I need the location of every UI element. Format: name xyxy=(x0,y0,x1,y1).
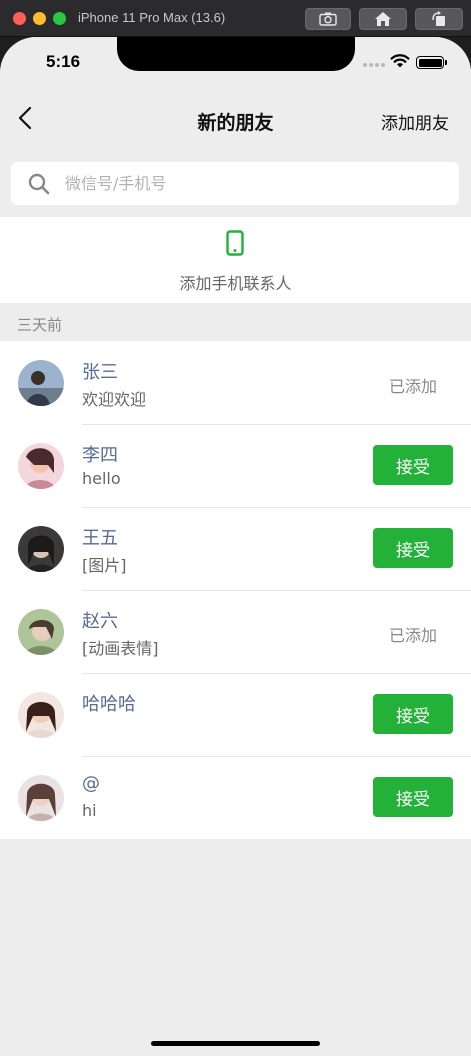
friend-message: [图片] xyxy=(82,556,127,575)
battery-icon xyxy=(416,56,444,69)
rotate-icon xyxy=(432,11,445,26)
notch xyxy=(117,37,355,71)
screenshot-icon xyxy=(319,12,337,26)
avatar[interactable] xyxy=(18,443,64,489)
status-bar: 5:16 xyxy=(0,37,471,89)
zoom-window-button[interactable] xyxy=(53,12,66,25)
status-time: 5:16 xyxy=(46,52,81,71)
added-status: 已添加 xyxy=(388,377,437,396)
home-button[interactable] xyxy=(359,8,407,30)
friend-name: @ xyxy=(82,773,100,794)
simulator-title-bar: iPhone 11 Pro Max (13.6) xyxy=(0,0,471,37)
close-window-button[interactable] xyxy=(13,12,26,25)
home-indicator[interactable] xyxy=(151,1041,320,1046)
friend-message: [动画表情] xyxy=(82,639,159,658)
add-phone-contacts-label: 添加手机联系人 xyxy=(179,274,292,293)
rotate-button[interactable] xyxy=(415,8,463,30)
friend-request-list: 张三 欢迎欢迎 已添加 李四 hello 接受 王五 [图片] 接受 赵六 [动… xyxy=(0,341,471,839)
friend-request-row[interactable]: 王五 [图片] 接受 xyxy=(0,507,471,590)
phone-screen: 5:16 新的朋友 添加朋友 添加手机联系人 三天前 张三 欢迎欢 xyxy=(0,37,471,1056)
simulator-title: iPhone 11 Pro Max (13.6) xyxy=(78,10,226,25)
search-input[interactable] xyxy=(65,162,445,205)
friend-request-row[interactable]: @ hi 接受 xyxy=(0,756,471,839)
avatar[interactable] xyxy=(18,360,64,406)
friend-request-row[interactable]: 哈哈哈 接受 xyxy=(0,673,471,756)
avatar[interactable] xyxy=(18,609,64,655)
screenshot-button[interactable] xyxy=(305,8,351,30)
friend-message: hello xyxy=(82,469,121,488)
friend-name: 张三 xyxy=(82,362,118,383)
friend-name: 赵六 xyxy=(82,611,118,632)
avatar[interactable] xyxy=(18,526,64,572)
cellular-signal-icon xyxy=(363,63,385,67)
friend-request-row[interactable]: 张三 欢迎欢迎 已添加 xyxy=(0,341,471,424)
search-bar[interactable] xyxy=(11,162,459,205)
navigation-bar: 新的朋友 添加朋友 xyxy=(0,89,471,149)
minimize-window-button[interactable] xyxy=(33,12,46,25)
add-phone-contacts[interactable]: 添加手机联系人 xyxy=(0,217,471,303)
home-icon xyxy=(375,12,391,26)
wifi-icon xyxy=(390,54,410,68)
accept-button[interactable]: 接受 xyxy=(373,528,453,568)
friend-request-row[interactable]: 赵六 [动画表情] 已添加 xyxy=(0,590,471,673)
section-header: 三天前 xyxy=(0,303,471,341)
search-icon xyxy=(28,173,50,195)
accept-button[interactable]: 接受 xyxy=(373,445,453,485)
friend-name: 王五 xyxy=(82,528,118,549)
friend-name: 哈哈哈 xyxy=(82,694,136,715)
mobile-phone-icon xyxy=(226,230,244,256)
section-label: 三天前 xyxy=(17,316,63,334)
friend-name: 李四 xyxy=(82,445,118,466)
friend-message: 欢迎欢迎 xyxy=(82,390,147,409)
add-friend-button[interactable]: 添加朋友 xyxy=(381,109,449,134)
avatar[interactable] xyxy=(18,692,64,738)
friend-message: hi xyxy=(82,801,97,820)
accept-button[interactable]: 接受 xyxy=(373,694,453,734)
accept-button[interactable]: 接受 xyxy=(373,777,453,817)
friend-request-row[interactable]: 李四 hello 接受 xyxy=(0,424,471,507)
battery-cap xyxy=(445,60,447,65)
avatar[interactable] xyxy=(18,775,64,821)
added-status: 已添加 xyxy=(388,626,437,645)
